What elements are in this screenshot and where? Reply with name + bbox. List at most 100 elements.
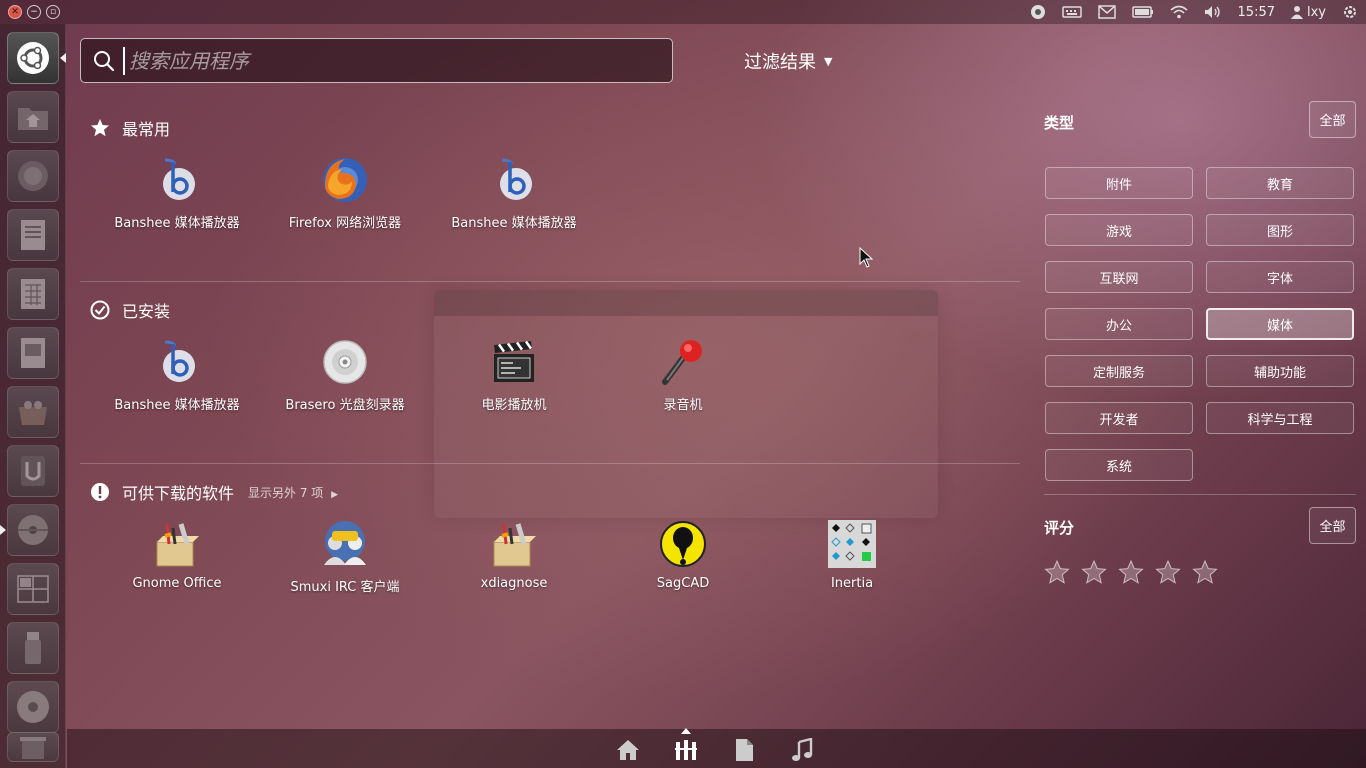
app-banshee-installed[interactable]: Banshee 媒体播放器 [92,336,262,413]
app-label: Gnome Office [132,576,222,591]
software-center-icon [19,401,47,425]
firefox-icon [18,161,48,191]
app-label: SagCAD [656,576,710,591]
rating-star-1-icon[interactable] [1044,560,1070,584]
category-accessibility-button[interactable]: 辅助功能 [1206,355,1354,387]
search-box[interactable] [80,38,673,83]
inertia-icon [828,520,876,568]
launcher-home-folder[interactable] [7,91,59,143]
filter-results-label: 过滤结果 [744,52,816,73]
app-banshee-most-used-1[interactable]: Banshee 媒体播放器 [92,154,262,231]
session-gear-icon[interactable] [1334,0,1366,24]
category-fonts-button[interactable]: 字体 [1206,261,1354,293]
section-installed-title: 已安装 [122,302,171,321]
launcher-dash-button[interactable] [7,32,59,84]
launcher-workspace-switcher[interactable] [7,504,59,556]
maximize-window-button[interactable]: ▫ [46,5,60,19]
launcher [0,24,66,768]
app-sound-recorder[interactable]: 录音机 [598,336,768,413]
filter-results-toggle[interactable]: 过滤结果 ▼ [744,48,832,74]
category-developer-button[interactable]: 开发者 [1045,402,1193,434]
app-smuxi[interactable]: Smuxi IRC 客户端 [260,518,430,595]
sagcad-icon [660,521,706,567]
launcher-cdr[interactable] [7,681,59,733]
app-sagcad[interactable]: SagCAD [598,518,768,591]
category-office-button[interactable]: 办公 [1045,308,1193,340]
app-brasero[interactable]: Brasero 光盘刻录器 [260,336,430,413]
launcher-firefox[interactable] [7,150,59,202]
lens-music-button[interactable] [789,737,815,763]
mail-indicator-icon[interactable] [1090,0,1124,24]
battery-indicator-icon[interactable] [1124,0,1162,24]
ubuntu-one-icon [21,456,45,486]
category-custom-services-button[interactable]: 定制服务 [1045,355,1193,387]
wifi-indicator-icon[interactable] [1162,0,1196,24]
app-label: Brasero 光盘刻录器 [285,398,405,413]
category-accessories-button[interactable]: 附件 [1045,167,1193,199]
volume-indicator-icon[interactable] [1196,0,1230,24]
type-all-button[interactable]: 全部 [1309,101,1356,138]
lens-files-button[interactable] [731,737,757,763]
clock[interactable]: 15:57 [1230,0,1283,24]
launcher-calc[interactable] [7,268,59,320]
category-science-engineering-button[interactable]: 科学与工程 [1206,402,1354,434]
record-indicator-icon[interactable] [1022,0,1054,24]
user-name: lxy [1307,4,1326,20]
user-menu[interactable]: lxy [1283,0,1334,24]
app-inertia[interactable]: Inertia [767,518,937,591]
section-most-used-header[interactable]: 最常用 [90,116,170,140]
launcher-workspaces[interactable] [7,563,59,615]
section-available-header[interactable]: 可供下载的软件 显示另外 7 项 ▶ [90,480,338,504]
keyboard-indicator-icon[interactable] [1054,0,1090,24]
music-icon [792,738,813,761]
lens-applications-button[interactable] [673,728,699,763]
usb-drive-icon [25,632,41,664]
section-divider [80,463,1020,464]
ubuntu-logo-icon [17,42,49,74]
category-games-button[interactable]: 游戏 [1045,214,1193,246]
lens-home-button[interactable] [615,737,641,763]
rating-all-button[interactable]: 全部 [1309,507,1356,544]
category-graphics-button[interactable]: 图形 [1206,214,1354,246]
banshee-icon [163,340,195,382]
xdiagnose-icon [493,523,536,567]
search-input[interactable] [123,46,623,75]
rating-star-2-icon[interactable] [1081,560,1107,584]
app-firefox[interactable]: Firefox 网络浏览器 [260,154,430,231]
app-label: Banshee 媒体播放器 [114,398,240,413]
indicator-area: 15:57 lxy [1022,0,1366,24]
app-gnome-office[interactable]: Gnome Office [92,518,262,591]
folder-icon [18,108,48,130]
show-more-link[interactable]: 显示另外 7 项 ▶ [248,484,338,501]
rating-star-3-icon[interactable] [1118,560,1144,584]
category-internet-button[interactable]: 互联网 [1045,261,1193,293]
rating-filter-heading: 评分 [1044,519,1075,537]
category-media-button[interactable]: 媒体 [1206,308,1354,340]
launcher-impress[interactable] [7,327,59,379]
banshee-icon [163,158,195,200]
minimize-window-button[interactable]: − [27,5,41,19]
download-badge-icon [91,483,109,501]
rating-star-4-icon[interactable] [1155,560,1181,584]
category-system-button[interactable]: 系统 [1045,449,1193,481]
active-lens-indicator-icon [681,728,691,734]
brasero-icon [323,340,367,384]
section-most-used-title: 最常用 [122,120,171,139]
app-movie-player[interactable]: 电影播放机 [429,336,599,413]
launcher-ubuntu-one[interactable] [7,445,59,497]
launcher-software-center[interactable] [7,386,59,438]
rating-star-5-icon[interactable] [1192,560,1218,584]
microphone-icon [662,340,702,385]
launcher-writer[interactable] [7,209,59,261]
launcher-trash[interactable] [7,732,59,762]
cd-r-icon [17,691,49,723]
app-banshee-most-used-2[interactable]: Banshee 媒体播放器 [429,154,599,231]
applications-icon [675,740,697,760]
app-xdiagnose[interactable]: xdiagnose [429,518,599,591]
close-window-button[interactable]: ✕ [8,5,22,19]
launcher-usb-drive[interactable] [7,622,59,674]
category-education-button[interactable]: 教育 [1206,167,1354,199]
search-icon [94,50,115,71]
section-installed-header[interactable]: 已安装 [90,298,170,322]
section-available-title: 可供下载的软件 [122,484,235,503]
